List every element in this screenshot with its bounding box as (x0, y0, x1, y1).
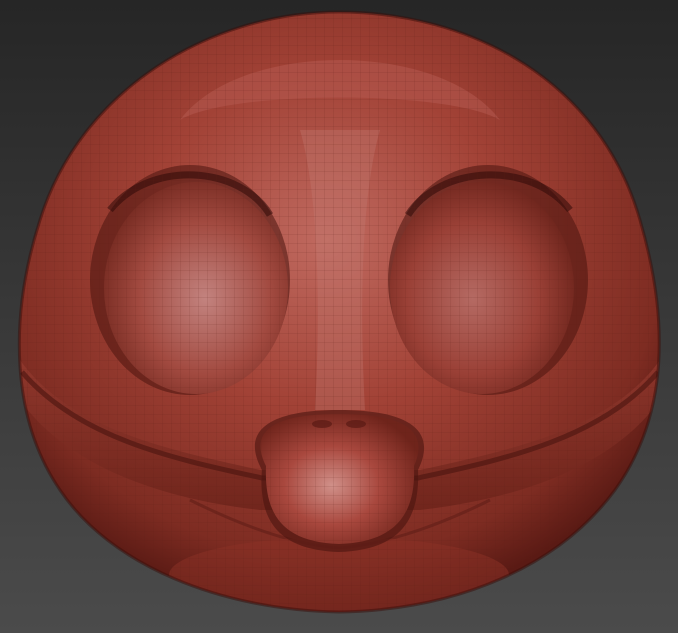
sculpt-canvas[interactable] (0, 0, 678, 633)
3d-viewport[interactable] (0, 0, 678, 633)
